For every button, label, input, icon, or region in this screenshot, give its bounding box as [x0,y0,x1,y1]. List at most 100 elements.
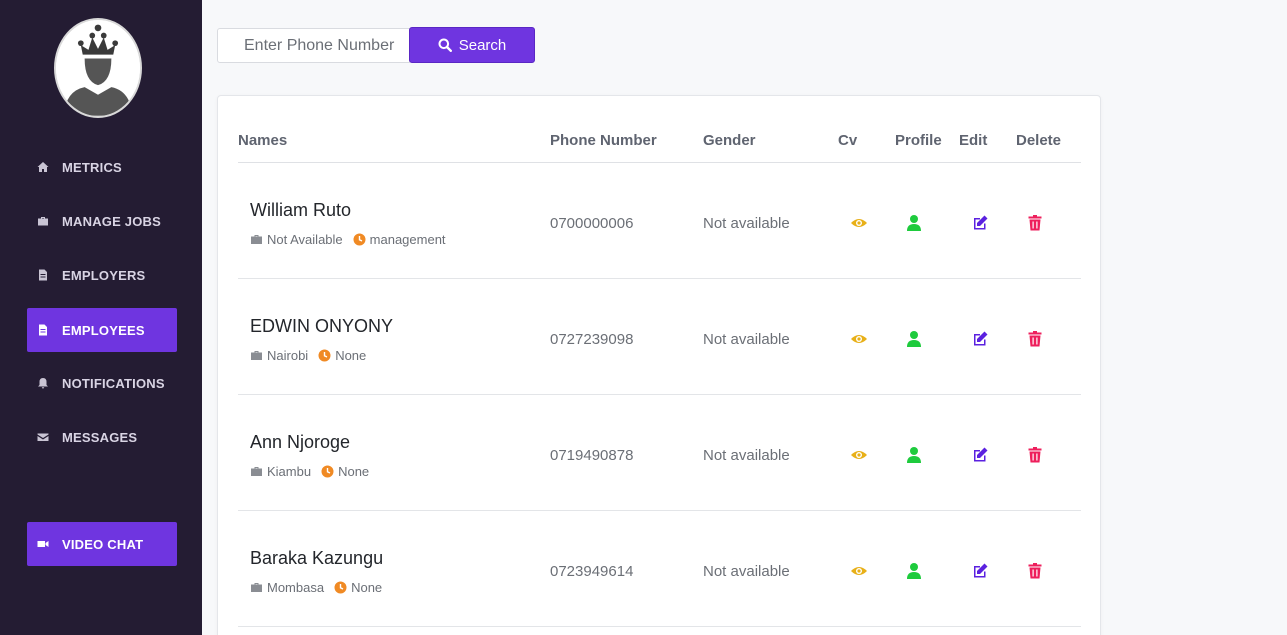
delete-button[interactable] [1025,213,1045,233]
delete-button[interactable] [1025,561,1045,581]
employee-phone: 0719490878 [550,447,634,464]
briefcase-icon [37,215,49,227]
clock-icon [321,465,334,478]
employee-phone: 0723949614 [550,563,634,580]
sidebar-item-notifications[interactable]: NOTIFICATIONS [27,361,177,405]
column-header-delete: Delete [1016,132,1062,149]
phone-search-input[interactable] [217,28,410,63]
briefcase-icon [251,235,262,244]
employees-table-card: Names Phone Number Gender Cv Profile Edi… [217,95,1101,635]
video-chat-label: VIDEO CHAT [62,536,144,552]
table-row: Baraka Kazungu Mombasa None 0723949614 N… [238,511,1081,627]
clock-icon [334,581,347,594]
column-header-phone: Phone Number [550,132,657,149]
view-profile-button[interactable] [904,561,924,581]
sidebar-item-messages[interactable]: MESSAGES [27,415,177,459]
home-icon [37,161,49,173]
user-icon [907,331,921,347]
document-icon [37,324,49,336]
employee-gender: Not available [703,331,790,348]
employee-meta: Nairobi None [250,348,366,363]
briefcase-icon [251,351,262,360]
employee-location: Nairobi [267,348,309,363]
employee-name: Ann Njoroge [250,432,351,452]
employee-name: William Ruto [250,200,352,220]
column-header-edit: Edit [959,132,988,149]
user-icon [907,447,921,463]
envelope-icon [37,431,49,443]
edit-button[interactable] [970,445,990,465]
briefcase-icon [251,467,262,476]
view-profile-button[interactable] [904,329,924,349]
employee-location: Not Available [267,232,343,247]
eye-icon [851,567,867,575]
sidebar-item-label: METRICS [62,159,122,175]
edit-icon [974,447,988,462]
employee-category: None [338,464,370,479]
employee-location: Mombasa [267,580,325,595]
edit-icon [974,331,988,346]
sidebar-item-employers[interactable]: EMPLOYERS [27,253,177,297]
column-header-gender: Gender [703,132,756,149]
search-button-label: Search [458,36,507,54]
edit-icon [974,215,988,230]
sidebar: METRICS MANAGE JOBS EMPLOYERS EMPLOYEES … [0,0,202,635]
video-camera-icon [37,538,49,550]
edit-button[interactable] [970,561,990,581]
trash-icon [1028,331,1042,347]
eye-icon [851,335,867,343]
document-icon [37,269,49,281]
sidebar-item-label: EMPLOYEES [62,322,145,338]
employee-gender: Not available [703,563,790,580]
bell-icon [37,377,49,389]
employee-category: None [335,348,367,363]
sidebar-item-label: EMPLOYERS [62,267,146,283]
clock-icon [353,233,366,246]
employee-phone: 0700000006 [550,215,634,232]
trash-icon [1028,447,1042,463]
user-avatar[interactable] [54,18,142,118]
view-cv-button[interactable] [849,329,869,349]
column-header-profile: Profile [895,132,942,149]
sidebar-item-label: MANAGE JOBS [62,213,161,229]
clock-icon [318,349,331,362]
edit-button[interactable] [970,329,990,349]
view-cv-button[interactable] [849,445,869,465]
column-header-cv: Cv [838,132,858,149]
view-cv-button[interactable] [849,561,869,581]
employee-category: None [351,580,383,595]
view-profile-button[interactable] [904,213,924,233]
table-row: Ann Njoroge Kiambu None 0719490878 Not a… [238,395,1081,511]
video-chat-button[interactable]: VIDEO CHAT [27,522,177,566]
delete-button[interactable] [1025,445,1045,465]
sidebar-item-metrics[interactable]: METRICS [27,145,177,189]
search-icon [438,38,452,52]
sidebar-item-manage-jobs[interactable]: MANAGE JOBS [27,199,177,243]
eye-icon [851,219,867,227]
employee-meta: Kiambu None [250,464,369,479]
edit-icon [974,563,988,578]
employee-name: EDWIN ONYONY [250,316,394,336]
employee-gender: Not available [703,447,790,464]
employee-category: management [369,232,446,247]
table-row: EDWIN ONYONY Nairobi None 0727239098 Not… [238,279,1081,395]
sidebar-item-label: NOTIFICATIONS [62,375,165,391]
sidebar-item-employees[interactable]: EMPLOYEES [27,308,177,352]
user-icon [907,563,921,579]
employee-meta: Not Available management [250,232,446,247]
edit-button[interactable] [970,213,990,233]
employee-gender: Not available [703,215,790,232]
search-button[interactable]: Search [409,27,535,63]
trash-icon [1028,563,1042,579]
crowned-person-icon [56,20,140,116]
view-profile-button[interactable] [904,445,924,465]
sidebar-item-label: MESSAGES [62,429,138,445]
table-row: William Ruto Not Available management 07… [238,163,1081,279]
column-header-names: Names [238,132,288,149]
briefcase-icon [251,583,262,592]
trash-icon [1028,215,1042,231]
employee-location: Kiambu [267,464,312,479]
employee-phone: 0727239098 [550,331,634,348]
delete-button[interactable] [1025,329,1045,349]
view-cv-button[interactable] [849,213,869,233]
